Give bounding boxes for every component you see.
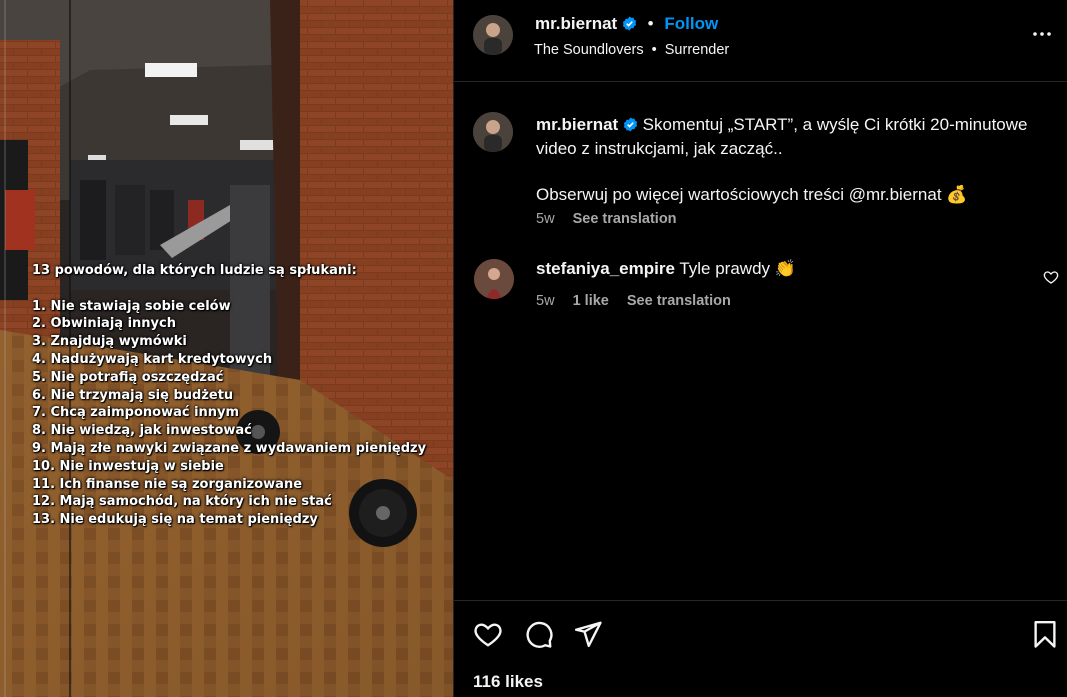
- post-actions-bar: 116 likes: [454, 600, 1067, 697]
- caption-body-line2: Obserwuj po więcej wartościowych treści …: [536, 185, 968, 204]
- likes-count[interactable]: 116 likes: [473, 672, 543, 692]
- overlay-item: 12. Mają samochód, na który ich nie stać: [32, 494, 332, 510]
- like-heart-icon[interactable]: [473, 619, 503, 649]
- overlay-item: 11. Ich finanse nie są zorganizowane: [32, 476, 303, 492]
- audio-separator: •: [651, 42, 657, 58]
- comment-body: Tyle prawdy 👏: [679, 259, 796, 278]
- comment-see-translation[interactable]: See translation: [627, 293, 731, 309]
- comment-time[interactable]: 5w: [536, 293, 555, 309]
- header-separator: •: [647, 14, 654, 33]
- verified-badge-icon: [623, 117, 637, 132]
- caption-text: mr.biernat Skomentuj „START”, a wyślę Ci…: [536, 113, 1046, 207]
- commenter-username[interactable]: stefaniya_empire: [536, 259, 675, 278]
- share-send-icon[interactable]: [573, 619, 603, 649]
- author-username[interactable]: mr.biernat: [535, 14, 617, 33]
- caption-meta: 5w See translation: [536, 211, 691, 227]
- comment-like-heart-icon[interactable]: [1043, 269, 1059, 285]
- comment-meta: 5w 1 like See translation: [536, 293, 745, 309]
- comment-bubble-icon[interactable]: [524, 619, 554, 649]
- save-bookmark-icon[interactable]: [1030, 619, 1060, 649]
- overlay-item: 13. Nie edukują się na temat pieniędzy: [32, 512, 318, 528]
- author-avatar[interactable]: [473, 15, 513, 55]
- more-horizontal-icon[interactable]: [1030, 22, 1054, 46]
- post-media[interactable]: 13 powodów, dla których ludzie są spłuka…: [0, 0, 453, 697]
- post-details-panel: mr.biernat • Follow The Soundlovers • Su…: [453, 0, 1067, 697]
- audio-artist[interactable]: The Soundlovers: [534, 42, 644, 58]
- overlay-item: 3. Znajdują wymówki: [32, 334, 187, 350]
- post-header: mr.biernat • Follow The Soundlovers • Su…: [454, 0, 1067, 82]
- commenter-avatar[interactable]: [474, 259, 514, 299]
- header-title-row: mr.biernat • Follow: [535, 14, 718, 34]
- follow-button[interactable]: Follow: [664, 14, 718, 33]
- verified-badge-icon: [622, 16, 636, 31]
- audio-track[interactable]: Surrender: [665, 42, 729, 58]
- caption-time[interactable]: 5w: [536, 211, 555, 227]
- caption-username[interactable]: mr.biernat: [536, 115, 618, 134]
- caption-see-translation[interactable]: See translation: [573, 211, 677, 227]
- caption-avatar[interactable]: [473, 112, 513, 152]
- comment-likes[interactable]: 1 like: [573, 293, 609, 309]
- audio-info[interactable]: The Soundlovers • Surrender: [534, 42, 729, 58]
- comment: stefaniya_empire Tyle prawdy 👏: [536, 259, 796, 279]
- overlay-item: 8. Nie wiedzą, jak inwestować: [32, 423, 252, 439]
- overlay-item: 1. Nie stawiają sobie celów: [32, 298, 231, 314]
- overlay-item: 5. Nie potrafią oszczędzać: [32, 369, 224, 385]
- overlay-caption: 13 powodów, dla których ludzie są spłuka…: [32, 262, 447, 529]
- overlay-item: 10. Nie inwestują w siebie: [32, 458, 224, 474]
- overlay-title: 13 powodów, dla których ludzie są spłuka…: [32, 263, 357, 278]
- overlay-item: 4. Nadużywają kart kredytowych: [32, 351, 273, 367]
- overlay-item: 9. Mają złe nawyki związane z wydawaniem…: [32, 440, 427, 456]
- overlay-item: 6. Nie trzymają się budżetu: [32, 387, 234, 403]
- overlay-item: 7. Chcą zaimponować innym: [32, 405, 240, 421]
- overlay-item: 2. Obwiniają innych: [32, 316, 176, 332]
